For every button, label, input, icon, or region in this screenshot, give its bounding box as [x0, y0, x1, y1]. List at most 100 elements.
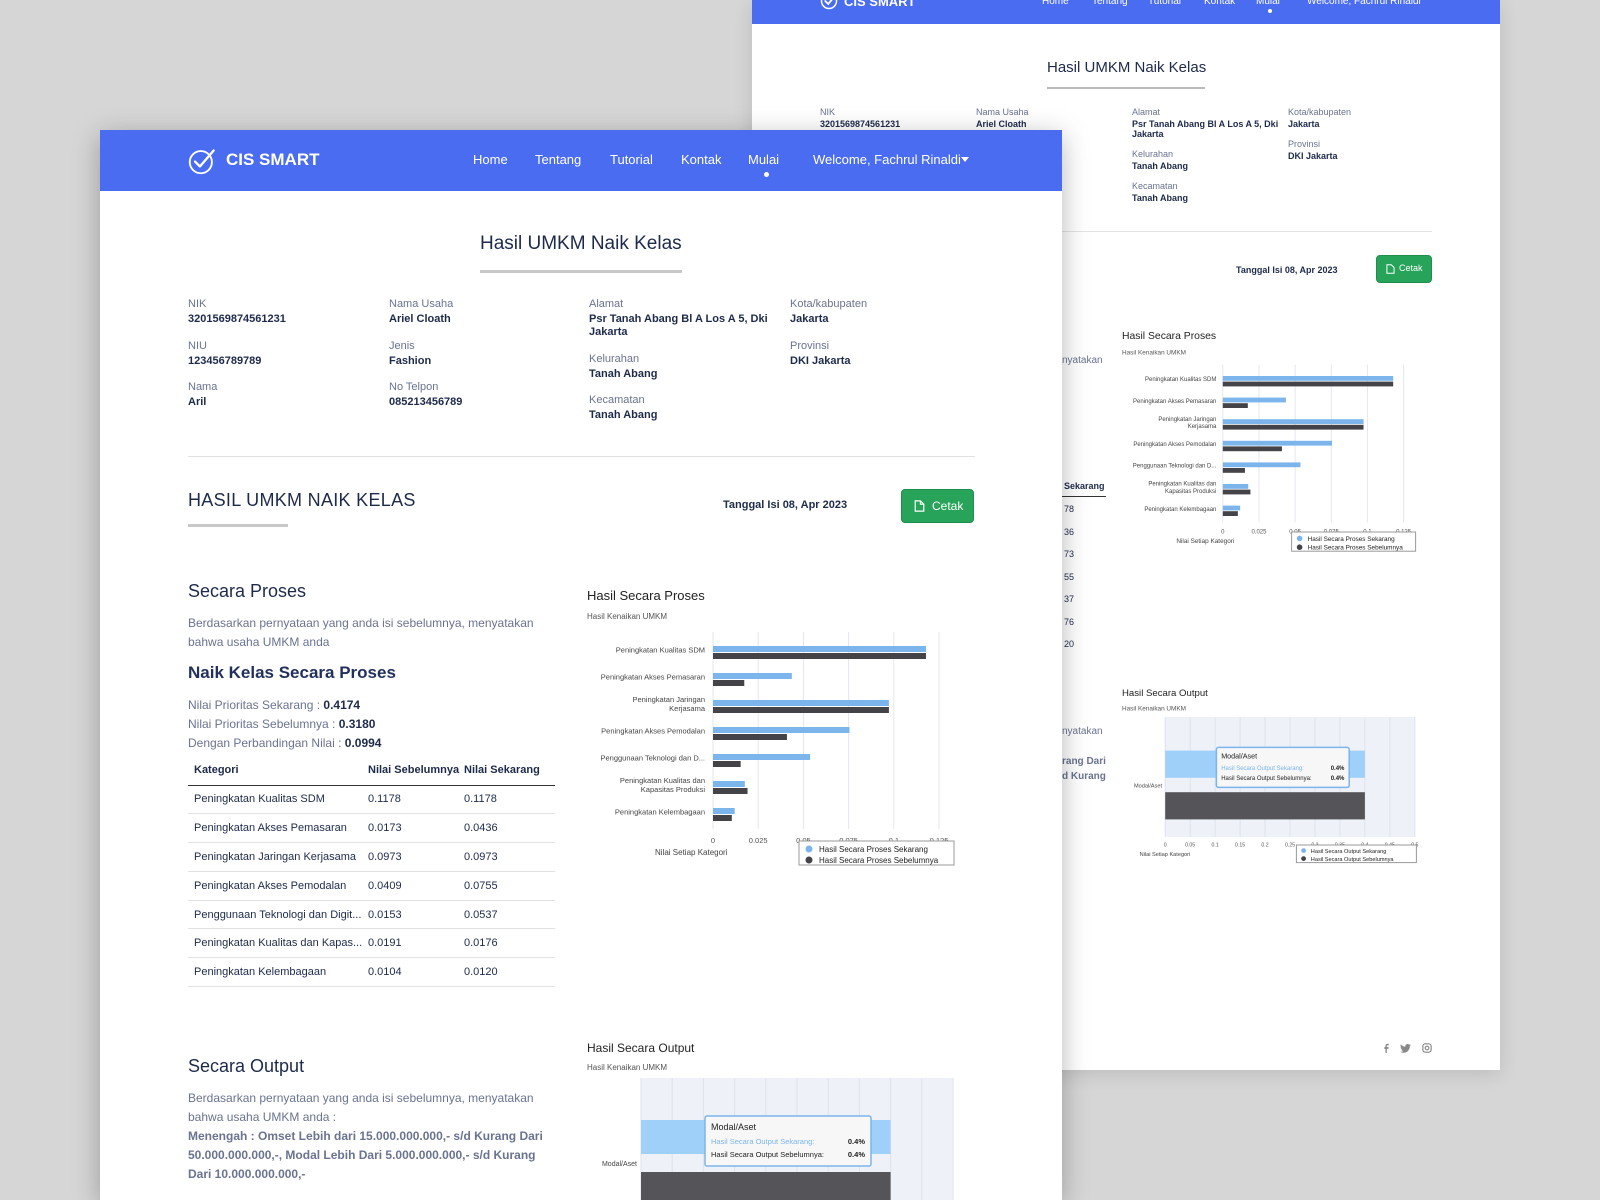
twitter-icon[interactable] — [1400, 1044, 1411, 1053]
back-nav-home[interactable]: Home — [1042, 0, 1069, 7]
file-icon — [1386, 264, 1395, 274]
back-nav-kontak[interactable]: Kontak — [1204, 0, 1235, 7]
table-cell-kategori: Peningkatan Akses Pemasaran — [194, 822, 347, 835]
priority-now-label: Nilai Prioritas Sekarang : — [188, 698, 324, 712]
proses-desc-line1: Berdasarkan pernyataan yang anda isi seb… — [188, 616, 534, 630]
category-label: Peningkatan Jaringan — [632, 695, 705, 704]
legend-marker-sebelumnya — [805, 856, 813, 864]
output-verdict-line3: Dari 10.000.000.000,- — [188, 1167, 306, 1181]
check-circle-logo-icon[interactable] — [820, 0, 838, 15]
kelurahan-value: Tanah Abang — [589, 368, 658, 380]
back-page-title: Hasil UMKM Naik Kelas — [1047, 59, 1207, 76]
file-icon — [914, 500, 925, 512]
bar-sebelumnya — [713, 653, 926, 659]
legend-marker-sebelumnya — [1296, 544, 1303, 550]
table-cell-sekarang: 0.1178 — [464, 793, 497, 806]
bar-sebelumnya — [713, 761, 741, 767]
x-axis-label: Nilai Setiap Kategori — [655, 848, 728, 857]
chart-title: Hasil Secara Proses — [1122, 331, 1216, 342]
niu-label: NIU — [188, 340, 207, 352]
back-nama-usaha-label: Nama Usaha — [976, 107, 1029, 117]
table-row: Peningkatan Kualitas SDM 0.1178 0.1178 — [188, 785, 555, 814]
priority-compare: Dengan Perbandingan Nilai : 0.0994 — [188, 736, 381, 750]
back-title-underline — [1047, 87, 1205, 89]
legend-label-sebelumnya: Hasil Secara Proses Sebelumnya — [819, 856, 939, 865]
back-active-dot — [1268, 9, 1272, 13]
bar-sekarang — [1222, 397, 1286, 403]
kota-value: Jakarta — [790, 313, 829, 325]
back-frag-text3: rang Dari — [1062, 756, 1106, 767]
alamat-value-line2: Jakarta — [589, 326, 628, 338]
user-menu[interactable]: Welcome, Fachrul Rinaldi — [813, 152, 961, 167]
x-tick-label: 0.025 — [1251, 530, 1267, 536]
table-cell-kategori: Peningkatan Kelembagaan — [194, 966, 327, 979]
back-nav-mulai[interactable]: Mulai — [1256, 0, 1280, 7]
nama-usaha-value: Ariel Cloath — [389, 313, 451, 325]
tooltip-value-sebelumnya: 0.4% — [848, 1150, 865, 1159]
table-cell-kategori: Peningkatan Jaringan Kerjasama — [194, 850, 357, 863]
nama-label: Nama — [188, 381, 218, 393]
legend-marker-sekarang — [1301, 848, 1306, 853]
facebook-icon[interactable] — [1382, 1043, 1390, 1053]
nav-kontak[interactable]: Kontak — [681, 152, 721, 167]
table-cell-kategori: Penggunaan Teknologi dan Digit... — [194, 908, 362, 921]
back-nav-tutorial[interactable]: Tutorial — [1148, 0, 1181, 7]
nama-usaha-label: Nama Usaha — [389, 298, 454, 310]
table-cell-sekarang: 0.0755 — [464, 879, 498, 892]
nav-active-dot — [764, 172, 769, 177]
back-print-button[interactable]: Cetak — [1376, 255, 1432, 283]
back-frag-text2: nyatakan — [1062, 726, 1103, 737]
legend-marker-sekarang — [1296, 535, 1303, 542]
priority-prev-value: 0.3180 — [338, 717, 376, 731]
caret-down-icon[interactable] — [961, 157, 969, 162]
nik-value: 3201569874561231 — [188, 313, 286, 325]
instagram-icon[interactable] — [1422, 1043, 1432, 1053]
bar-sekarang — [713, 754, 811, 760]
nav-home[interactable]: Home — [473, 152, 508, 167]
back-frag-v0: 78 — [1064, 504, 1075, 514]
bar-sekarang — [713, 727, 850, 733]
tooltip-title: Modal/Aset — [1221, 752, 1257, 761]
back-user-menu[interactable]: Welcome, Fachrul Rinaldi — [1307, 0, 1421, 7]
bar-sekarang — [1222, 462, 1301, 468]
nav-mulai[interactable]: Mulai — [748, 152, 779, 167]
nav-tutorial[interactable]: Tutorial — [610, 152, 653, 167]
table-cell-sekarang: 0.0973 — [464, 850, 498, 863]
brand[interactable]: CIS SMART — [226, 150, 320, 170]
category-label: Peningkatan Akses Pemasaran — [1133, 399, 1216, 405]
chart-subtitle: Hasil Kenaikan UMKM — [1122, 349, 1186, 356]
bar-sebelumnya — [1222, 489, 1251, 495]
table-cell-sebelumnya: 0.0191 — [368, 937, 402, 950]
bar-sebelumnya — [1222, 381, 1394, 387]
bar-sebelumnya — [713, 815, 732, 821]
priority-now: Nilai Prioritas Sekarang : 0.4174 — [188, 698, 360, 712]
kelurahan-label: Kelurahan — [589, 353, 640, 365]
back-proses-chart: Hasil Secara Proses Hasil Kenaikan UMKM 0 0… — [1122, 331, 1417, 552]
back-nav-tentang[interactable]: Tentang — [1092, 0, 1128, 7]
priority-prev-label: Nilai Prioritas Sebelumnya : — [188, 717, 339, 731]
chart-subtitle: Hasil Kenaikan UMKM — [587, 612, 667, 621]
x-axis-label: Nilai Setiap Kategori — [1176, 538, 1234, 545]
proses-verdict: Naik Kelas Secara Proses — [188, 663, 396, 682]
category-label: Kapasitas Produksi — [1165, 489, 1216, 495]
category-label: Modal/Aset — [602, 1161, 637, 1168]
bar-sebelumnya — [713, 680, 745, 686]
table-header-sebelumnya: Nilai Sebelumnya — [368, 764, 460, 777]
alamat-value-line1: Psr Tanah Abang Bl A Los A 5, Dki — [589, 313, 768, 325]
back-brand[interactable]: CIS SMART — [844, 0, 916, 9]
x-tick-label: 0.05 — [1185, 843, 1195, 849]
back-kelurahan-label: Kelurahan — [1132, 149, 1174, 159]
output-desc-line1: Berdasarkan pernyataan yang anda isi seb… — [188, 1091, 534, 1105]
table-row: Peningkatan Kelembagaan 0.0104 0.0120 — [188, 958, 555, 987]
priority-now-value: 0.4174 — [323, 698, 361, 712]
print-button[interactable]: Cetak — [901, 489, 974, 523]
kota-label: Kota/kabupaten — [790, 298, 868, 310]
back-frag-v6: 20 — [1064, 639, 1075, 649]
kecamatan-value: Tanah Abang — [589, 409, 658, 421]
table-header-sekarang: Nilai Sekarang — [464, 764, 540, 777]
category-label: Peningkatan Akses Pemodalan — [601, 727, 705, 736]
back-kecamatan: Tanah Abang — [1132, 193, 1188, 203]
nav-tentang[interactable]: Tentang — [535, 152, 581, 167]
table-header-kategori: Kategori — [194, 764, 239, 777]
check-circle-logo-icon[interactable] — [188, 147, 216, 180]
